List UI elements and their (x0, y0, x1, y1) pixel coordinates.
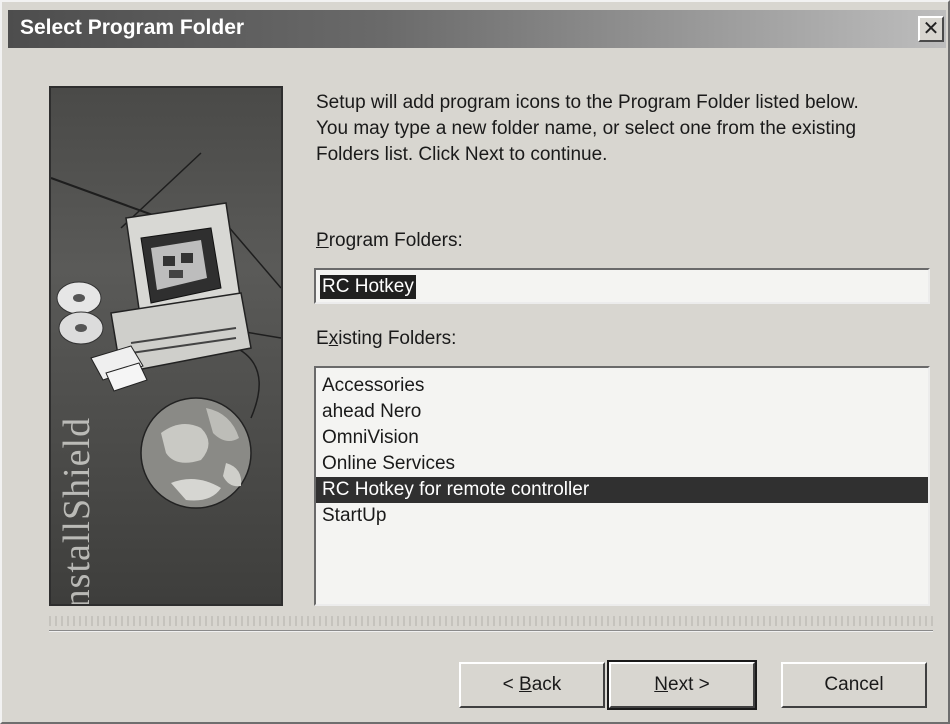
list-item-startup[interactable]: StartUp (316, 503, 928, 529)
button-separator (49, 630, 933, 632)
program-folder-input[interactable]: RC Hotkey (314, 268, 930, 304)
program-folders-label: Program Folders: (316, 230, 463, 251)
list-item-accessories[interactable]: Accessories (316, 373, 928, 399)
cd-disc-icon (56, 281, 104, 345)
instructions-text: Setup will add program icons to the Prog… (316, 90, 926, 168)
list-item-omnivision[interactable]: OmniVision (316, 425, 928, 451)
instructions-line-3: Folders list. Click Next to continue. (316, 144, 608, 165)
installshield-brand-text: InstallShield (56, 416, 98, 606)
existing-folders-list[interactable]: Accessories ahead Nero OmniVision Online… (314, 366, 930, 606)
title-bar[interactable]: Select Program Folder ✕ (8, 10, 946, 48)
existing-folders-label: Existing Folders: (316, 328, 457, 349)
list-item-ahead-nero[interactable]: ahead Nero (316, 399, 928, 425)
setup-dialog: Select Program Folder ✕ InstallShield Se… (0, 0, 950, 724)
list-item-rc-hotkey[interactable]: RC Hotkey for remote controller (316, 477, 928, 503)
list-item-online-services[interactable]: Online Services (316, 451, 928, 477)
globe-icon (140, 397, 252, 509)
installshield-side-image: InstallShield (49, 86, 283, 606)
back-button[interactable]: < Back (459, 662, 605, 708)
window-title: Select Program Folder (20, 16, 245, 39)
close-button[interactable]: ✕ (918, 16, 944, 42)
installshield-strip (49, 616, 933, 626)
cancel-button[interactable]: Cancel (781, 662, 927, 708)
next-button[interactable]: Next > (607, 660, 757, 710)
close-icon: ✕ (922, 18, 940, 40)
instructions-line-2: You may type a new folder name, or selec… (316, 118, 857, 139)
instructions-line-1: Setup will add program icons to the Prog… (316, 92, 859, 113)
program-folder-value: RC Hotkey (320, 275, 416, 299)
